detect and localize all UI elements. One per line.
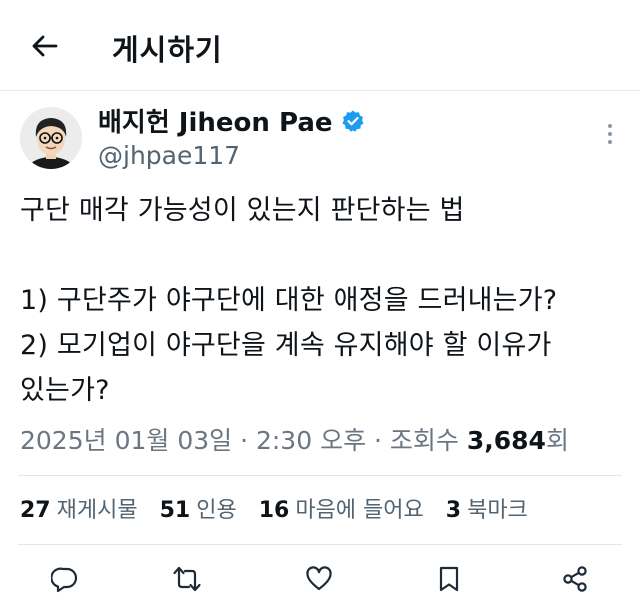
- like-button[interactable]: [302, 562, 336, 596]
- bookmark-icon: [439, 566, 459, 592]
- reposts-stat[interactable]: 27 재게시물: [20, 492, 138, 524]
- more-options-button[interactable]: [598, 120, 622, 148]
- more-dot: [608, 140, 612, 144]
- bookmarks-label: 북마크: [467, 498, 528, 523]
- view-unit: 회: [545, 426, 569, 455]
- reposts-label: 재게시물: [56, 498, 138, 523]
- share-icon: [563, 566, 587, 592]
- tweet-meta: 2025년 01월 03일 · 2:30 오후 · 조회수 3,684회: [20, 421, 569, 457]
- reply-icon: [51, 567, 78, 593]
- likes-stat[interactable]: 16 마음에 들어요: [259, 492, 424, 524]
- author-display-name: 배지헌 Jiheon Pae: [98, 108, 333, 138]
- share-button[interactable]: [558, 562, 592, 596]
- repost-icon: [173, 566, 201, 592]
- heart-icon: [306, 566, 332, 591]
- bookmarks-stat[interactable]: 3 북마크: [446, 492, 528, 524]
- tweet-text-line: 2) 모기업이 야구단을 계속 유지해야 할 이유가: [20, 330, 552, 361]
- tweet-detail-page: 게시하기 배지헌 Jiheon Pae @jhpae117 구단 매각 가능성이…: [0, 0, 640, 610]
- back-button[interactable]: [24, 26, 64, 66]
- divider: [18, 544, 622, 545]
- back-arrow-icon: [32, 35, 58, 57]
- divider: [18, 475, 622, 476]
- top-bar: 게시하기: [0, 0, 640, 91]
- author-handle[interactable]: @jhpae117: [98, 141, 240, 170]
- quotes-label: 인용: [196, 498, 237, 523]
- likes-label: 마음에 들어요: [295, 498, 424, 523]
- page-title: 게시하기: [112, 33, 223, 67]
- avatar-illustration-icon: [20, 107, 82, 169]
- likes-count: 16: [258, 498, 290, 523]
- avatar[interactable]: [20, 107, 82, 169]
- author-name[interactable]: 배지헌 Jiheon Pae: [98, 102, 365, 139]
- tweet-text-line: 1) 구단주가 야구단에 대한 애정을 드러내는가?: [20, 285, 558, 316]
- verified-badge-icon: [341, 109, 365, 133]
- tweet-text-line: 있는가?: [20, 375, 110, 406]
- repost-button[interactable]: [170, 562, 204, 596]
- more-dots-icon: [608, 124, 612, 128]
- more-dot: [608, 132, 612, 136]
- quotes-count: 51: [159, 498, 191, 523]
- bookmark-button[interactable]: [432, 562, 466, 596]
- engagement-stats: 27 재게시물 51 인용 16 마음에 들어요 3 북마크: [20, 492, 528, 524]
- view-count: 3,684: [466, 426, 546, 455]
- bookmarks-count: 3: [445, 498, 462, 523]
- reposts-count: 27: [20, 498, 51, 523]
- reply-button[interactable]: [48, 562, 82, 596]
- quotes-stat[interactable]: 51 인용: [160, 492, 237, 524]
- timestamp[interactable]: 2025년 01월 03일 · 2:30 오후 · 조회수: [20, 426, 467, 455]
- tweet-text-line: 구단 매각 가능성이 있는지 판단하는 법: [20, 195, 465, 226]
